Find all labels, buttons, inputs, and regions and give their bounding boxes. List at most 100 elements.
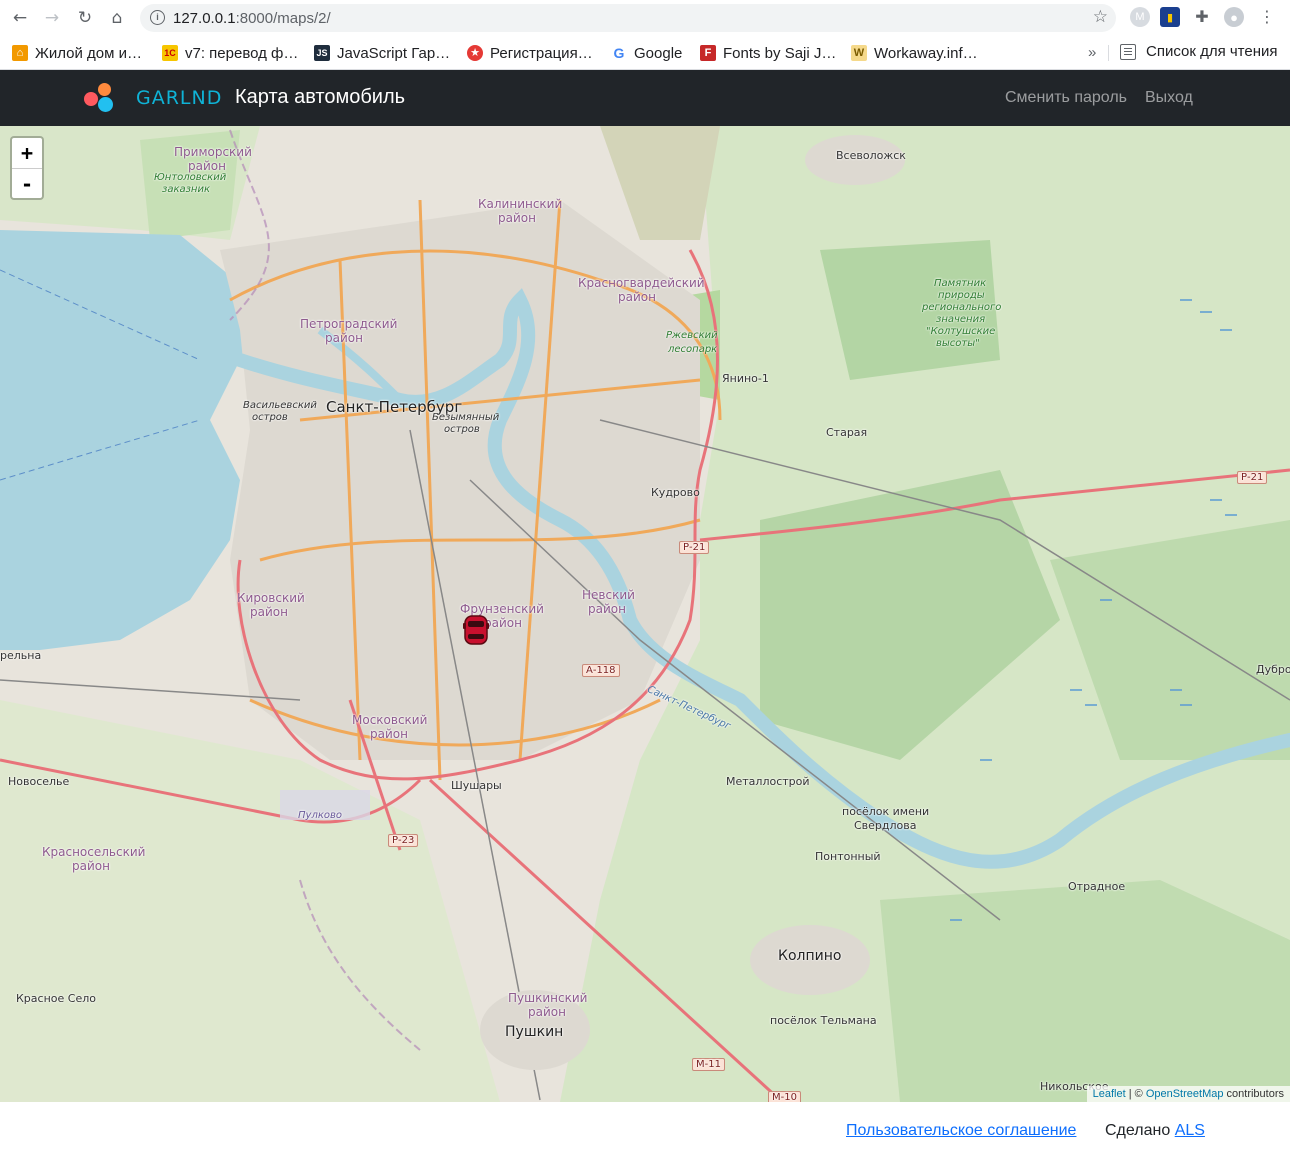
map-place-label: Калининский — [478, 197, 563, 211]
reading-list-button[interactable]: Список для чтения — [1120, 43, 1278, 60]
extensions-puzzle-icon[interactable]: ✚ — [1192, 7, 1212, 27]
map-tiles — [0, 126, 1290, 1102]
extension-m-icon[interactable]: M — [1130, 7, 1150, 27]
map-place-label: Пушкин — [505, 1024, 564, 1040]
map-place-label: рельна — [0, 649, 42, 662]
map-place-label: регионального — [922, 302, 1002, 313]
map-place-label: Красносельский — [42, 845, 146, 859]
road-shield-label: Р-21 — [679, 541, 710, 554]
map-place-label: Красногвардейский — [578, 276, 705, 290]
map-place-label: район — [618, 290, 656, 304]
bookmark-item[interactable]: 1C v7: перевод ф… — [162, 43, 298, 63]
browser-toolbar: ← → ↻ ⌂ i 127.0.0.1:8000/maps/2/ ☆ M ▮ ✚… — [0, 0, 1290, 37]
road-shield-label: М-11 — [692, 1058, 725, 1071]
map-place-label: природы — [938, 290, 985, 301]
leaflet-link[interactable]: Leaflet — [1093, 1088, 1126, 1100]
map-place-label: Понтонный — [815, 850, 881, 863]
map-place-label: Петроградский — [300, 317, 398, 331]
brand-name[interactable]: GARLND — [136, 87, 222, 109]
map-place-label: Васильевский — [243, 400, 317, 411]
map-attribution: Leaflet | © OpenStreetMap contributors — [1086, 1086, 1290, 1102]
map-place-label: Пулково — [298, 810, 342, 821]
map-place-label: "Колтушские — [926, 326, 996, 337]
url-text[interactable]: 127.0.0.1:8000/maps/2/ — [173, 10, 331, 27]
bookmark-item[interactable]: G Google — [611, 43, 682, 63]
map-place-label: остров — [444, 424, 480, 435]
map-place-label: Ржевский — [666, 330, 718, 341]
bookmark-favicon-icon: W — [851, 45, 867, 61]
map-place-label: Пушкинский — [508, 991, 588, 1005]
map-place-label: Красное Село — [16, 992, 96, 1005]
author-link[interactable]: ALS — [1175, 1122, 1205, 1139]
change-password-link[interactable]: Сменить пароль — [1005, 89, 1127, 107]
map-place-label: район — [498, 211, 536, 225]
extension-chart-icon[interactable]: ▮ — [1160, 7, 1180, 27]
road-shield-label: А-118 — [582, 664, 620, 677]
logout-link[interactable]: Выход — [1145, 89, 1193, 107]
browser-menu-icon[interactable]: ⋮ — [1257, 7, 1277, 27]
map-place-label: Янино-1 — [722, 372, 769, 385]
osm-link[interactable]: OpenStreetMap — [1146, 1088, 1224, 1100]
address-bar[interactable]: i 127.0.0.1:8000/maps/2/ ☆ — [140, 4, 1116, 32]
map-place-label: Безымянный — [432, 412, 500, 423]
bookmark-favicon-icon: F — [700, 45, 716, 61]
map-place-label: лесопарк — [668, 344, 718, 355]
map-place-label: район — [588, 602, 626, 616]
bookmark-favicon-icon: ★ — [467, 45, 483, 61]
home-icon[interactable]: ⌂ — [105, 6, 129, 30]
map-place-label: значения — [936, 314, 986, 325]
map-place-label: Старая — [826, 426, 868, 439]
map-place-label: Кировский — [237, 591, 305, 605]
bookmark-item[interactable]: W Workaway.inf… — [851, 43, 978, 63]
map-place-label: Колпино — [778, 948, 842, 964]
made-by-text: Сделано ALS — [1105, 1122, 1205, 1139]
bookmarks-more-icon[interactable]: » — [1088, 44, 1096, 61]
bookmark-item[interactable]: F Fonts by Saji J… — [700, 43, 836, 63]
map-place-label: район — [325, 331, 363, 345]
reading-list-icon — [1120, 43, 1136, 60]
google-favicon-icon: G — [611, 45, 627, 61]
bookmark-favicon-icon: ⌂ — [12, 45, 28, 61]
bookmark-favicon-icon: 1C — [162, 45, 178, 61]
bookmark-item[interactable]: ⌂ Жилой дом и… — [12, 43, 142, 63]
profile-avatar[interactable]: ● — [1224, 7, 1244, 27]
map-place-label: Кудрово — [651, 486, 700, 499]
forward-icon[interactable]: → — [40, 6, 64, 30]
map-place-label: район — [528, 1005, 566, 1019]
map-place-label: Дубро — [1256, 663, 1290, 676]
bookmark-star-icon[interactable]: ☆ — [1093, 7, 1108, 27]
page-footer: Пользовательское соглашение Сделано ALS — [0, 1102, 1290, 1164]
page-title: Карта автомобиль — [235, 86, 406, 108]
garlnd-logo-icon[interactable] — [84, 83, 116, 115]
map-view[interactable]: Приморский район Юнтоловский заказник Калини… — [0, 126, 1290, 1102]
map-place-label: Шушары — [451, 779, 502, 792]
map-place-label: остров — [252, 412, 288, 423]
map-place-label: район — [370, 727, 408, 741]
site-info-icon[interactable]: i — [150, 10, 165, 25]
map-place-label: Московский — [352, 713, 428, 727]
bookmarks-bar: ⌂ Жилой дом и… 1C v7: перевод ф… JS JavaScr… — [0, 36, 1290, 70]
map-place-label: посёлок имени — [842, 805, 930, 818]
map-place-label: район — [250, 605, 288, 619]
map-place-label: район — [72, 859, 110, 873]
car-marker[interactable] — [462, 614, 490, 646]
zoom-out-button[interactable]: - — [12, 169, 42, 199]
reload-icon[interactable]: ↻ — [73, 6, 97, 30]
zoom-in-button[interactable]: + — [12, 138, 42, 169]
map-place-label: Юнтоловский — [154, 172, 227, 183]
map-place-label: Приморский — [174, 145, 252, 159]
map-place-label: Невский — [582, 588, 635, 602]
map-place-label: Свердлова — [854, 819, 917, 832]
bookmark-item[interactable]: JS JavaScript Гар… — [314, 43, 450, 63]
bookmarks-separator — [1108, 45, 1109, 61]
road-shield-label: Р-21 — [1237, 471, 1268, 484]
bookmark-item[interactable]: ★ Регистрация… — [467, 43, 593, 63]
map-place-label: Памятник — [934, 278, 987, 289]
map-place-label: Металлострой — [726, 775, 810, 788]
user-agreement-link[interactable]: Пользовательское соглашение — [846, 1122, 1076, 1140]
map-place-label: посёлок Тельмана — [770, 1014, 877, 1027]
map-place-label: Отрадное — [1068, 880, 1126, 893]
map-place-label: Новоселье — [8, 775, 70, 788]
map-place-label: заказник — [162, 184, 211, 195]
back-icon[interactable]: ← — [8, 6, 32, 30]
